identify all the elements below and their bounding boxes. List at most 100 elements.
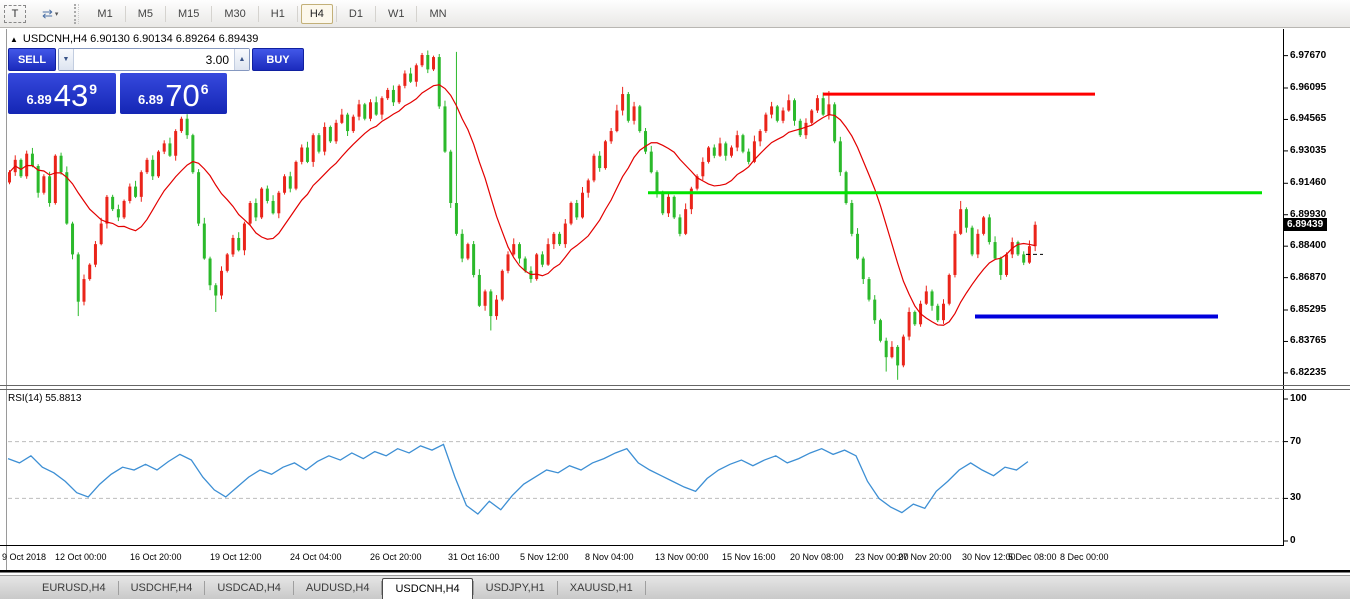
timeframe-button-M15[interactable]: M15 — [169, 4, 208, 24]
timeframe-button-H1[interactable]: H1 — [262, 4, 294, 24]
timeframe-button-M5[interactable]: M5 — [129, 4, 162, 24]
time-axis-label: 16 Oct 20:00 — [130, 552, 182, 562]
candle-body — [197, 172, 200, 223]
tab-eurusd-h4[interactable]: EURUSD,H4 — [30, 578, 118, 598]
candle-body — [644, 131, 647, 152]
candle-body — [426, 55, 429, 69]
candle-body — [100, 224, 103, 245]
candle-body — [449, 152, 452, 203]
candle-body — [1034, 225, 1037, 246]
price-tick-label: 6.88400 — [1290, 240, 1326, 251]
candle-body — [942, 304, 945, 320]
tab-xauusd-h1[interactable]: XAUUSD,H1 — [558, 578, 645, 598]
candle-body — [770, 106, 773, 114]
candle-body — [438, 57, 441, 106]
candle-body — [369, 102, 372, 118]
collapse-panel-icon[interactable]: ▲ — [10, 35, 18, 44]
text-tool-button[interactable]: T — [4, 5, 26, 23]
volume-decrease-button[interactable]: ▼ — [59, 49, 74, 70]
current-price-badge: 6.89439 — [1284, 218, 1327, 231]
candle-body — [547, 244, 550, 265]
candle-body — [925, 291, 928, 303]
candle-body — [564, 224, 567, 245]
volume-input[interactable] — [74, 49, 234, 70]
candle-body — [535, 254, 538, 279]
candle-body — [524, 259, 527, 271]
toolbar: T ⇄ ▾ M1 M5 M15 M30 H1 H4 D1 W1 MN — [0, 0, 1350, 28]
candle-body — [111, 197, 114, 209]
tab-usdcad-h4[interactable]: USDCAD,H4 — [205, 578, 293, 598]
time-axis-line — [0, 570, 1350, 573]
toolbar-divider — [375, 6, 376, 22]
candle-body — [243, 224, 246, 251]
candle-body — [782, 111, 785, 121]
candle-body — [335, 123, 338, 142]
candle-body — [724, 143, 727, 155]
candle-body — [380, 98, 383, 114]
candle-body — [180, 119, 183, 131]
candle-body — [203, 224, 206, 259]
volume-increase-button[interactable]: ▲ — [234, 49, 249, 70]
candle-body — [764, 115, 767, 131]
candle-body — [673, 197, 676, 218]
price-tick-label: 6.83765 — [1290, 335, 1326, 346]
candle-body — [931, 291, 934, 305]
candle-body — [117, 209, 120, 217]
moving-average-line — [10, 85, 1036, 326]
sell-price-tile[interactable]: 6.89 43 9 — [8, 73, 116, 114]
candle-body — [707, 148, 710, 162]
candle-body — [461, 234, 464, 259]
candle-body — [799, 121, 802, 135]
candle-body — [1022, 254, 1025, 262]
timeframe-button-M30[interactable]: M30 — [215, 4, 254, 24]
candle-body — [592, 156, 595, 181]
timeframe-button-W1[interactable]: W1 — [379, 4, 414, 24]
chart-title-text: USDCNH,H4 6.90130 6.90134 6.89264 6.8943… — [23, 33, 258, 45]
chart-title: ▲ USDCNH,H4 6.90130 6.90134 6.89264 6.894… — [10, 33, 258, 45]
volume-spinner: ▼ ▲ — [58, 48, 250, 71]
buy-price-tile[interactable]: 6.89 70 6 — [120, 73, 228, 114]
price-tick-label: 6.96095 — [1290, 82, 1326, 93]
candle-body — [432, 57, 435, 69]
candle-body — [850, 203, 853, 234]
candle-body — [873, 300, 876, 321]
candle-body — [289, 176, 292, 188]
candle-body — [507, 254, 510, 270]
time-axis-label: 13 Nov 00:00 — [655, 552, 709, 562]
candle-body — [163, 143, 166, 151]
sell-button[interactable]: SELL — [8, 48, 56, 71]
candle-body — [913, 312, 916, 324]
toolbar-divider — [336, 6, 337, 22]
chart-window: ▲ USDCNH,H4 6.90130 6.90134 6.89264 6.894… — [0, 29, 1350, 574]
time-axis-label: 15 Nov 16:00 — [722, 552, 776, 562]
tab-divider — [645, 581, 646, 595]
arrows-tool-button[interactable]: ⇄ ▾ — [36, 4, 64, 24]
candle-body — [621, 94, 624, 110]
candle-body — [363, 104, 366, 118]
arrows-icon: ⇄ — [42, 6, 52, 22]
rsi-tick-label: 0 — [1290, 535, 1296, 546]
candle-body — [77, 254, 80, 301]
rsi-line — [8, 444, 1028, 514]
candle-body — [340, 115, 343, 123]
candle-body — [627, 94, 630, 121]
tab-usdchf-h4[interactable]: USDCHF,H4 — [119, 578, 205, 598]
candle-body — [999, 259, 1002, 275]
candle-body — [730, 148, 733, 156]
tab-usdcnh-h4[interactable]: USDCNH,H4 — [382, 578, 472, 599]
timeframe-button-H4[interactable]: H4 — [301, 4, 333, 24]
candle-body — [478, 275, 481, 306]
timeframe-button-D1[interactable]: D1 — [340, 4, 372, 24]
timeframe-button-MN[interactable]: MN — [420, 4, 455, 24]
tab-usdjpy-h1[interactable]: USDJPY,H1 — [474, 578, 557, 598]
buy-button[interactable]: BUY — [252, 48, 304, 71]
toolbar-grip[interactable] — [74, 4, 79, 24]
candle-body — [512, 244, 515, 254]
tab-audusd-h4[interactable]: AUDUSD,H4 — [294, 578, 382, 598]
candle-body — [541, 254, 544, 264]
timeframe-button-M1[interactable]: M1 — [88, 4, 121, 24]
mt4-window: T ⇄ ▾ M1 M5 M15 M30 H1 H4 D1 W1 MN ▲ USDCNH,H4 6.… — [0, 0, 1350, 599]
candle-body — [684, 209, 687, 234]
price-tick-label: 6.82235 — [1290, 367, 1326, 378]
candle-body — [890, 347, 893, 357]
